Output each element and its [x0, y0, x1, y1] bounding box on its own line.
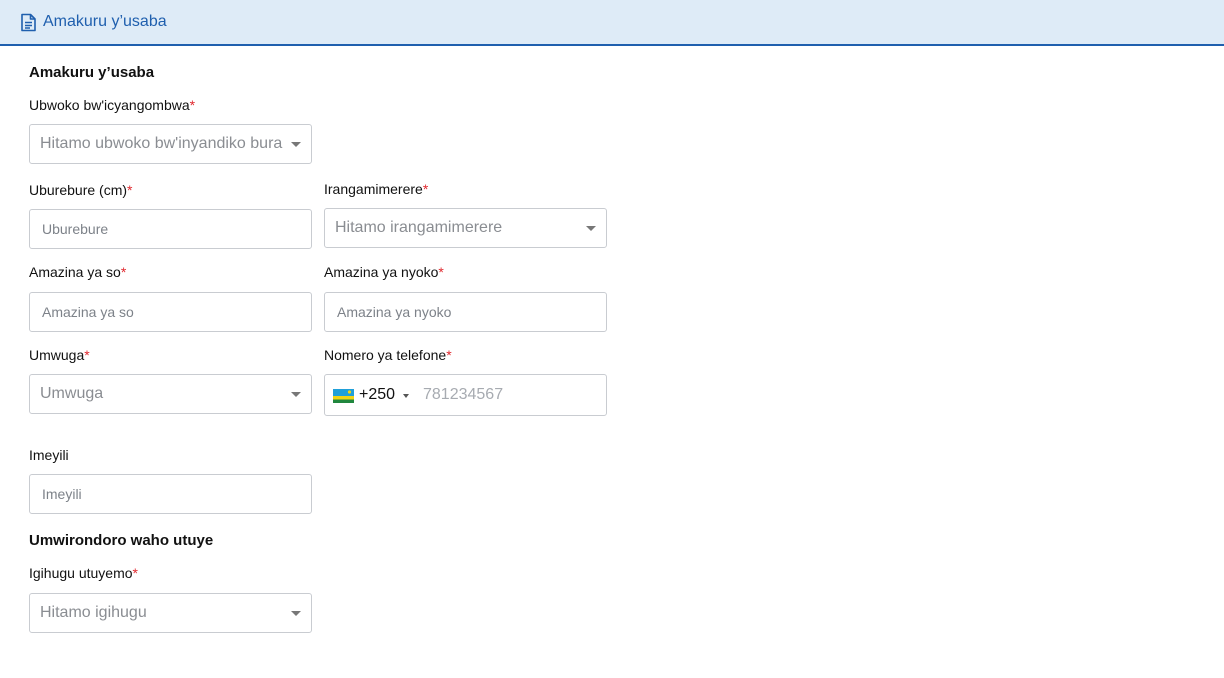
mother-name-label: Amazina ya nyoko* — [324, 264, 444, 280]
father-name-placeholder: Amazina ya so — [42, 304, 134, 320]
chevron-down-icon — [586, 226, 596, 231]
father-name-label: Amazina ya so* — [29, 264, 127, 280]
occupation-select[interactable]: Umwuga — [29, 374, 312, 414]
occupation-placeholder: Umwuga — [40, 385, 104, 402]
mother-name-placeholder: Amazina ya nyoko — [337, 304, 452, 320]
mother-name-input[interactable]: Amazina ya nyoko — [324, 292, 607, 332]
tab-label: Amakuru y’usaba — [43, 13, 167, 30]
father-name-input[interactable]: Amazina ya so — [29, 292, 312, 332]
section-title-residence: Umwirondoro waho utuye — [29, 532, 214, 549]
country-label: Igihugu utuyemo* — [29, 565, 138, 581]
height-label: Uburebure (cm)* — [29, 182, 133, 198]
rwanda-flag-icon[interactable] — [333, 389, 354, 403]
chevron-down-icon — [291, 142, 301, 147]
country-select[interactable]: Hitamo igihugu — [29, 593, 312, 633]
email-placeholder: Imeyili — [42, 486, 82, 502]
occupation-label: Umwuga* — [29, 347, 90, 363]
phone-input[interactable]: +250 781234567 — [324, 374, 607, 416]
country-placeholder: Hitamo igihugu — [40, 604, 147, 621]
tab-applicant-info[interactable]: Amakuru y’usaba — [20, 0, 167, 44]
tab-bar: Amakuru y’usaba — [0, 0, 1224, 46]
document-type-placeholder: Hitamo ubwoko bw'inyandiko bura — [40, 135, 283, 152]
chevron-down-icon — [291, 392, 301, 397]
irangamimerere-label: Irangamimerere* — [324, 181, 429, 197]
document-type-select[interactable]: Hitamo ubwoko bw'inyandiko bura — [29, 124, 312, 164]
height-input[interactable]: Uburebure — [29, 209, 312, 249]
dial-code[interactable]: +250 — [359, 375, 395, 415]
irangamimerere-select[interactable]: Hitamo irangamimerere — [324, 208, 607, 248]
irangamimerere-placeholder: Hitamo irangamimerere — [335, 219, 503, 236]
email-input[interactable]: Imeyili — [29, 474, 312, 514]
height-placeholder: Uburebure — [42, 221, 109, 237]
document-icon — [21, 13, 36, 31]
section-title-applicant-info: Amakuru y’usaba — [29, 64, 155, 81]
phone-label: Nomero ya telefone* — [324, 347, 452, 363]
email-label: Imeyili — [29, 447, 69, 463]
chevron-down-icon[interactable] — [403, 394, 409, 398]
document-type-label: Ubwoko bw'icyangombwa* — [29, 97, 196, 113]
chevron-down-icon — [291, 611, 301, 616]
phone-placeholder: 781234567 — [423, 386, 504, 403]
